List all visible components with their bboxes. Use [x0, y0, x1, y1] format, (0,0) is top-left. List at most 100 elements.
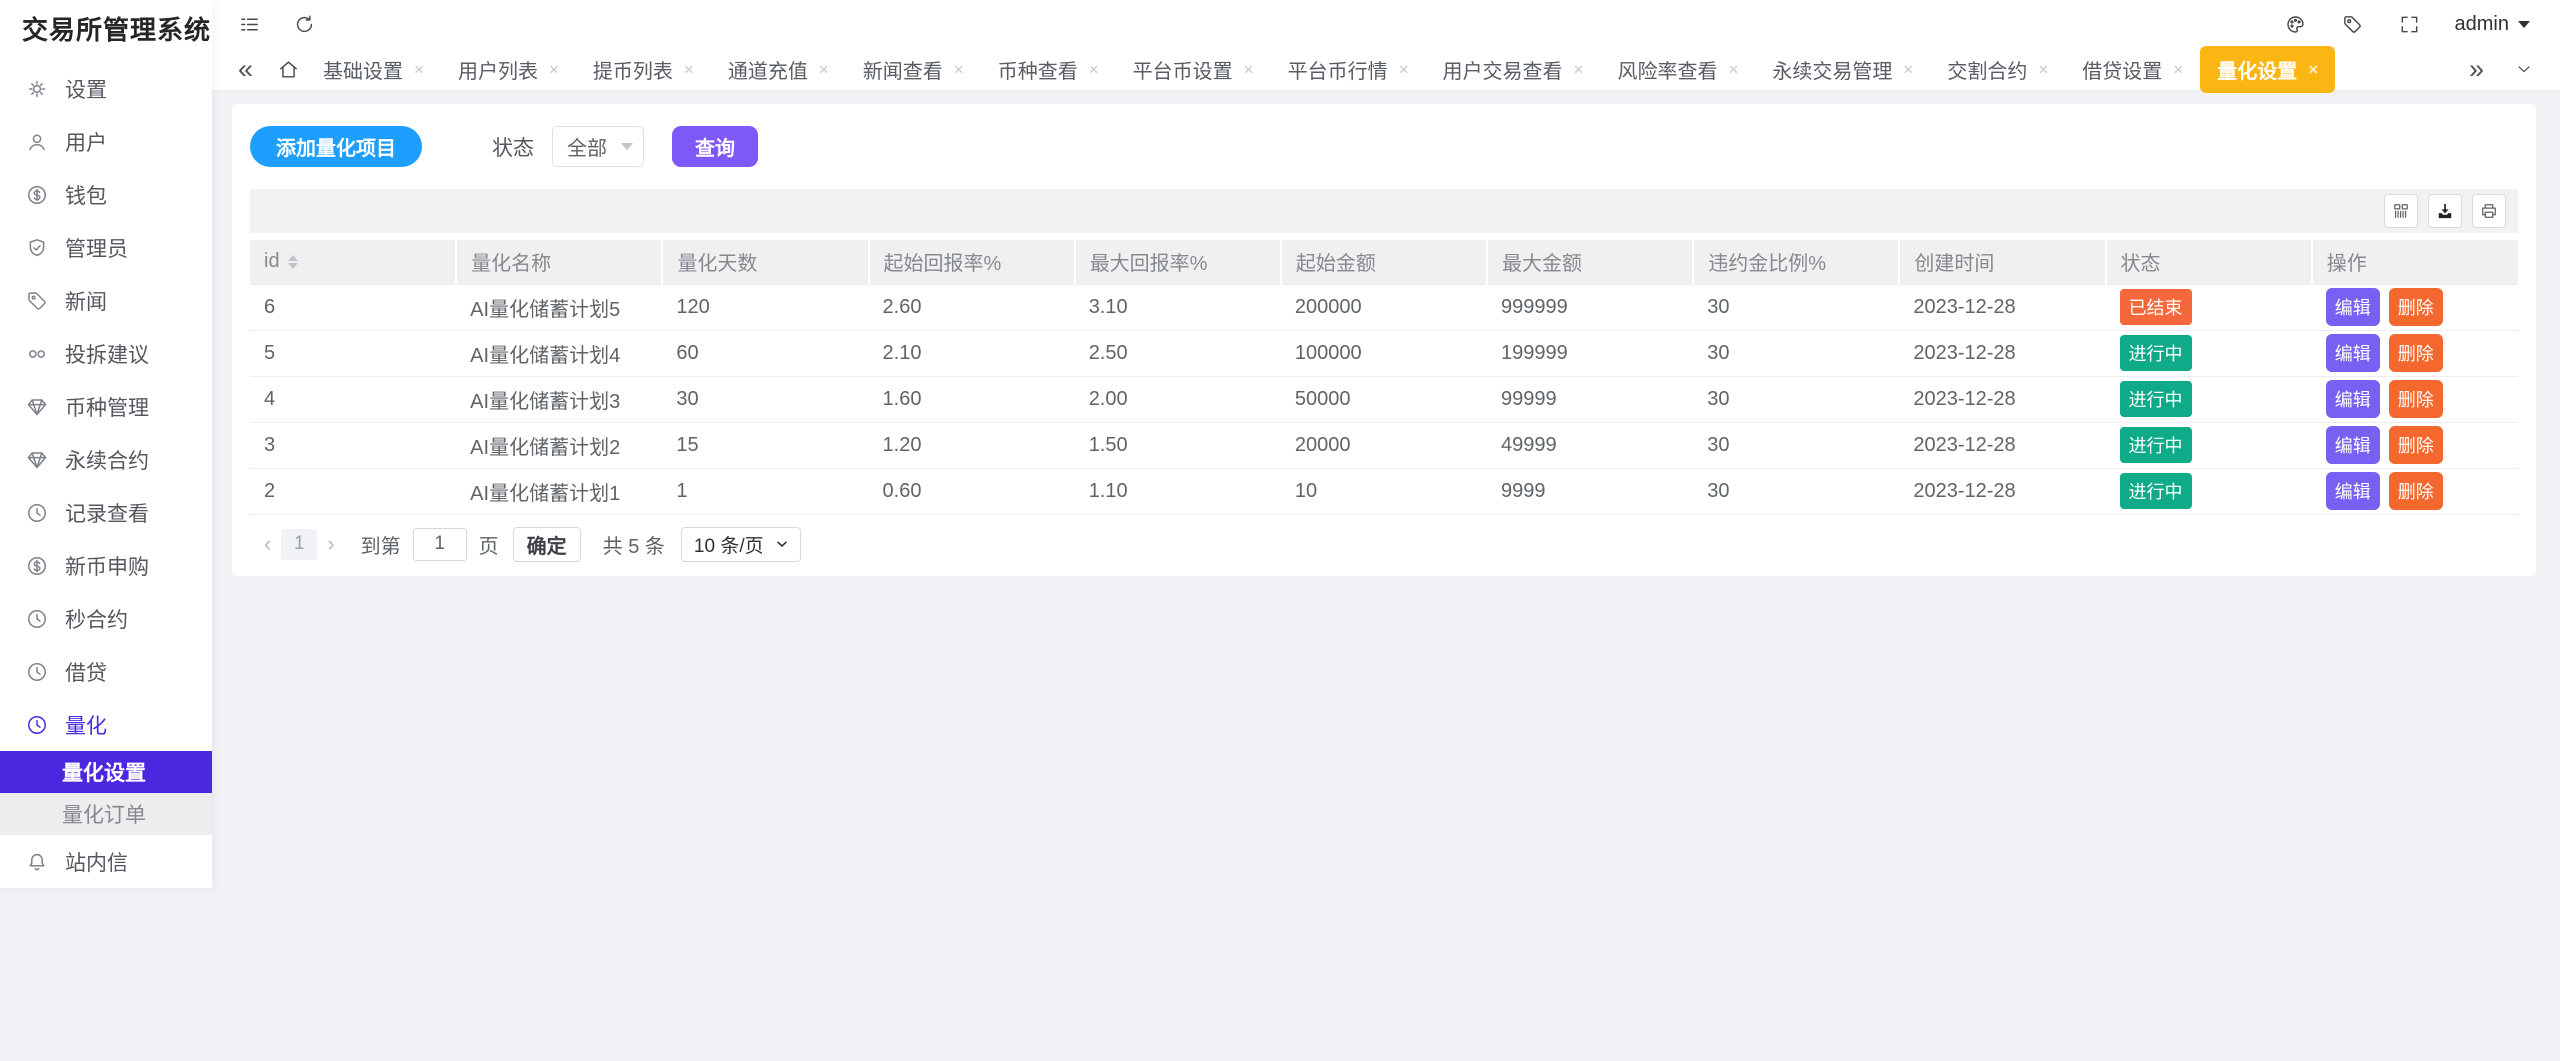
- edit-button[interactable]: 编辑: [2326, 472, 2380, 510]
- app-title: 交易所管理系统: [0, 0, 212, 56]
- tab[interactable]: 量化设置×: [2200, 46, 2335, 93]
- tab[interactable]: 币种查看×: [981, 46, 1116, 93]
- tag-icon: [25, 289, 49, 313]
- cell-created_at: 2023-12-28: [1899, 376, 2105, 422]
- tab[interactable]: 提币列表×: [576, 46, 711, 93]
- page-size-select[interactable]: 10 条/页: [681, 527, 801, 562]
- tab[interactable]: 用户列表×: [441, 46, 576, 93]
- theme-palette-icon[interactable]: [2284, 13, 2307, 36]
- sidebar-item[interactable]: 新币申购: [0, 539, 212, 592]
- sidebar-item-label: 用户: [65, 127, 107, 157]
- sidebar-submenu: 量化设置量化订单: [0, 751, 212, 835]
- tab[interactable]: 通道充值×: [711, 46, 846, 93]
- tab-label: 借贷设置: [2082, 55, 2162, 84]
- tab[interactable]: 平台币设置×: [1116, 46, 1271, 93]
- close-icon[interactable]: ×: [1089, 61, 1099, 78]
- refresh-icon[interactable]: [293, 13, 316, 36]
- user-dropdown[interactable]: admin: [2455, 13, 2530, 36]
- close-icon[interactable]: ×: [1728, 61, 1738, 78]
- sidebar-item[interactable]: 记录查看: [0, 486, 212, 539]
- sidebar-subitem[interactable]: 量化订单: [0, 793, 212, 835]
- close-icon[interactable]: ×: [684, 61, 694, 78]
- delete-button[interactable]: 删除: [2389, 380, 2443, 418]
- sidebar-item[interactable]: 设置: [0, 62, 212, 115]
- cell-max_amount: 199999: [1487, 330, 1693, 376]
- cell-status: 进行中: [2106, 330, 2312, 376]
- home-icon[interactable]: [277, 58, 300, 81]
- collapse-menu-icon[interactable]: [238, 13, 261, 36]
- column-header: 起始金额: [1281, 240, 1487, 284]
- close-icon[interactable]: ×: [549, 61, 559, 78]
- next-page-icon[interactable]: ›: [317, 531, 344, 557]
- history-icon: [25, 501, 49, 525]
- gear-icon: [25, 77, 49, 101]
- delete-button[interactable]: 删除: [2389, 472, 2443, 510]
- close-icon[interactable]: ×: [2308, 61, 2318, 78]
- edit-button[interactable]: 编辑: [2326, 288, 2380, 326]
- page-number[interactable]: 1: [281, 529, 317, 560]
- tabs-scroll-left-icon[interactable]: «: [238, 56, 253, 83]
- tab[interactable]: 借贷设置 ×: [2065, 46, 2200, 93]
- column-header: id: [250, 240, 456, 284]
- tag-icon[interactable]: [2341, 13, 2364, 36]
- close-icon[interactable]: ×: [954, 61, 964, 78]
- export-button[interactable]: [2428, 194, 2462, 228]
- query-button[interactable]: 查询: [672, 126, 758, 167]
- sidebar-item[interactable]: 管理员: [0, 221, 212, 274]
- add-quant-project-button[interactable]: 添加量化项目: [250, 126, 422, 167]
- table-row: 6AI量化储蓄计划51202.603.10200000999999302023-…: [250, 284, 2518, 330]
- close-icon[interactable]: ×: [1399, 61, 1409, 78]
- close-icon[interactable]: ×: [819, 61, 829, 78]
- delete-button[interactable]: 删除: [2389, 288, 2443, 326]
- cell-days: 60: [662, 330, 868, 376]
- sidebar-item[interactable]: 永续合约: [0, 433, 212, 486]
- goto-confirm-button[interactable]: 确定: [513, 527, 581, 562]
- sidebar-item[interactable]: 借贷: [0, 645, 212, 698]
- sort-toggle-icon[interactable]: [288, 255, 298, 269]
- sidebar-item[interactable]: 秒合约: [0, 592, 212, 645]
- print-button[interactable]: [2472, 194, 2506, 228]
- cell-created_at: 2023-12-28: [1899, 468, 2105, 514]
- tabs-scroll-right-icon[interactable]: »: [2469, 56, 2484, 83]
- delete-button[interactable]: 删除: [2389, 334, 2443, 372]
- edit-button[interactable]: 编辑: [2326, 426, 2380, 464]
- tab[interactable]: 用户交易查看×: [1426, 46, 1601, 93]
- delete-button[interactable]: 删除: [2389, 426, 2443, 464]
- sidebar-item[interactable]: 钱包: [0, 168, 212, 221]
- close-icon[interactable]: ×: [2173, 61, 2183, 78]
- close-icon[interactable]: ×: [1244, 61, 1254, 78]
- sidebar-item[interactable]: 币种管理: [0, 380, 212, 433]
- goto-page-input[interactable]: [413, 528, 467, 561]
- sidebar-item[interactable]: 用户: [0, 115, 212, 168]
- table-row: 5AI量化储蓄计划4602.102.50100000199999302023-1…: [250, 330, 2518, 376]
- edit-button[interactable]: 编辑: [2326, 334, 2380, 372]
- edit-button[interactable]: 编辑: [2326, 380, 2380, 418]
- tab[interactable]: 新闻查看×: [846, 46, 981, 93]
- close-icon[interactable]: ×: [1574, 61, 1584, 78]
- cell-start_amount: 10: [1281, 468, 1487, 514]
- tab[interactable]: 交割合约×: [1930, 46, 2065, 93]
- close-icon[interactable]: ×: [414, 61, 424, 78]
- export-icon: [2435, 201, 2455, 221]
- column-header-label: 起始回报率%: [884, 247, 1002, 276]
- sidebar-item[interactable]: 投拆建议: [0, 327, 212, 380]
- sidebar-item[interactable]: 站内信: [0, 835, 212, 888]
- sidebar-item[interactable]: 新闻: [0, 274, 212, 327]
- close-icon[interactable]: ×: [2038, 61, 2048, 78]
- close-icon[interactable]: ×: [1903, 61, 1913, 78]
- status-filter-label: 状态: [492, 132, 534, 162]
- prev-page-icon[interactable]: ‹: [254, 531, 281, 557]
- username: admin: [2455, 13, 2509, 36]
- tab[interactable]: 平台币行情×: [1271, 46, 1426, 93]
- sidebar-subitem[interactable]: 量化设置: [0, 751, 212, 793]
- tabs-menu-chevron-icon[interactable]: [2514, 59, 2534, 79]
- sidebar-item[interactable]: 量化: [0, 698, 212, 751]
- fullscreen-icon[interactable]: [2398, 13, 2421, 36]
- tab[interactable]: 风险率查看×: [1600, 46, 1755, 93]
- tab[interactable]: 基础设置×: [306, 46, 441, 93]
- tab[interactable]: 永续交易管理×: [1755, 46, 1930, 93]
- status-select[interactable]: 全部: [552, 126, 644, 167]
- cell-days: 120: [662, 284, 868, 330]
- column-header: 最大回报率%: [1075, 240, 1281, 284]
- column-settings-button[interactable]: [2384, 194, 2418, 228]
